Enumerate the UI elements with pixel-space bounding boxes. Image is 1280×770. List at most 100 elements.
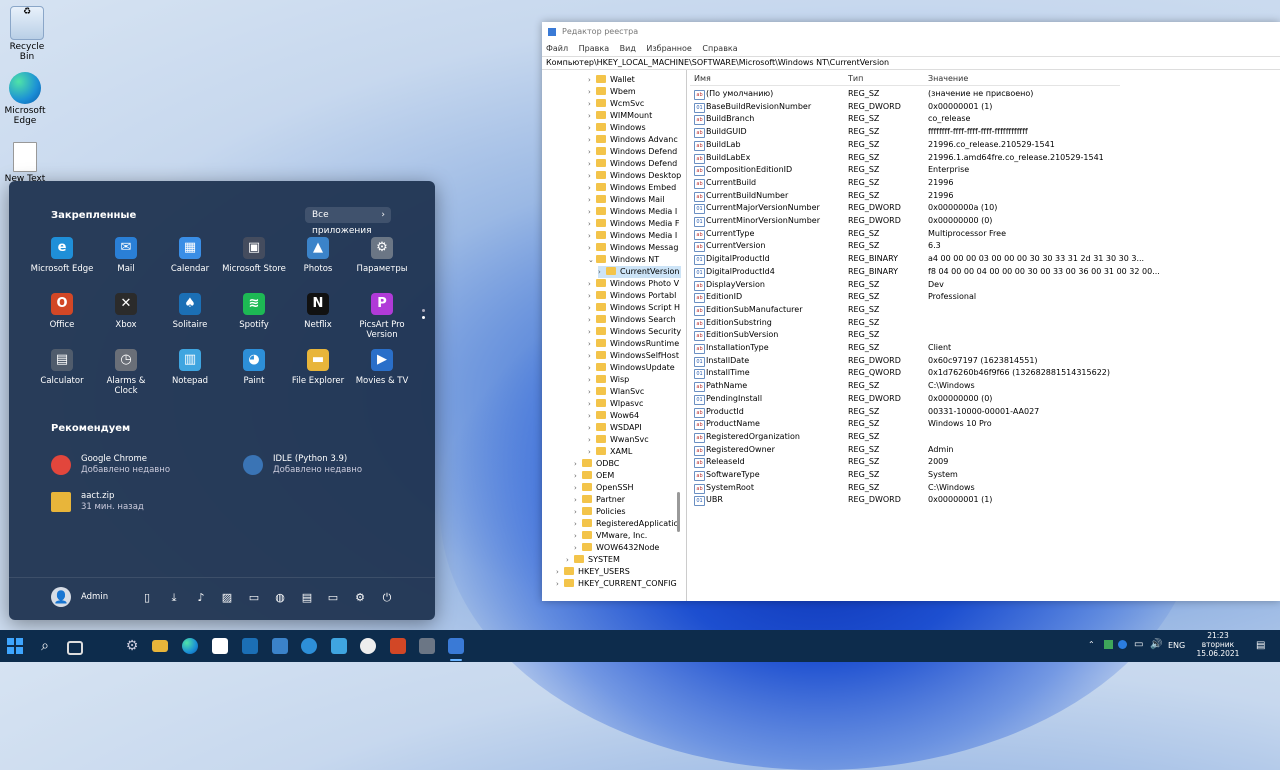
chevron-right-icon[interactable]: › — [588, 326, 596, 338]
notifications-icon[interactable]: ▤ — [1256, 640, 1265, 651]
calculator-taskbar-icon[interactable] — [419, 638, 435, 654]
tree-node[interactable]: › SYSTEM — [566, 554, 620, 566]
security-icon[interactable] — [1104, 640, 1113, 649]
pinned-app-tile[interactable]: e Microsoft Edge — [30, 237, 94, 274]
menu-help[interactable]: Справка — [702, 44, 737, 53]
edge-taskbar-icon[interactable] — [182, 638, 198, 654]
value-row[interactable]: ab RegisteredOrganization REG_SZ — [690, 431, 1280, 444]
recommended-item[interactable]: aact.zip 31 мин. назад — [51, 491, 221, 517]
tree-node[interactable]: › Windows Mail — [588, 194, 665, 206]
value-row[interactable]: ab CurrentVersion REG_SZ 6.3 — [690, 240, 1280, 253]
tree-node[interactable]: › Wbem — [588, 86, 636, 98]
value-row[interactable]: 01 UBR REG_DWORD 0x00000001 (1) — [690, 494, 1280, 507]
value-row[interactable]: ab EditionSubVersion REG_SZ — [690, 329, 1280, 342]
tree-node[interactable]: › HKEY_USERS — [556, 566, 630, 578]
tree-node[interactable]: › WindowsSelfHost — [588, 350, 679, 362]
tree-node[interactable]: › VMware, Inc. — [574, 530, 647, 542]
tree-node[interactable]: › WSDAPI — [588, 422, 642, 434]
settings-taskbar-icon[interactable]: ⚙ — [124, 638, 140, 654]
value-row[interactable]: 01 BaseBuildRevisionNumber REG_DWORD 0x0000… — [690, 101, 1280, 114]
paint-taskbar-icon[interactable] — [301, 638, 317, 654]
tree-node[interactable]: › Windows Desktop — [588, 170, 681, 182]
value-row[interactable]: ab InstallationType REG_SZ Client — [690, 342, 1280, 355]
tree-node[interactable]: › WcmSvc — [588, 98, 644, 110]
tree-node[interactable]: › WlanSvc — [588, 386, 644, 398]
start-button[interactable] — [7, 638, 23, 654]
value-row[interactable]: ab (По умолчанию) REG_SZ (значение не присв… — [690, 88, 1280, 101]
network-icon[interactable]: ◍ — [274, 592, 286, 604]
tree-node[interactable]: › Windows Defend — [588, 158, 677, 170]
pinned-app-tile[interactable]: N Netflix — [286, 293, 350, 330]
chevron-right-icon[interactable]: › — [574, 494, 582, 506]
chevron-right-icon[interactable]: › — [588, 350, 596, 362]
chevron-up-icon[interactable]: ⌃ — [1088, 640, 1095, 649]
chevron-right-icon[interactable]: › — [588, 434, 596, 446]
desktop-icon-recycle-bin[interactable]: ♻ Recycle Bin — [2, 6, 52, 62]
menu-edit[interactable]: Правка — [579, 44, 609, 53]
value-row[interactable]: 01 InstallTime REG_QWORD 0x1d76260b46f9f66 … — [690, 367, 1280, 380]
tree-node[interactable]: › Policies — [574, 506, 626, 518]
all-apps-button[interactable]: Все приложения › — [305, 207, 391, 236]
tree-node[interactable]: › Windows Script H — [588, 302, 680, 314]
chevron-right-icon[interactable]: › — [588, 422, 596, 434]
value-row[interactable]: ab ProductId REG_SZ 00331-10000-00001-AA027 — [690, 406, 1280, 419]
solitaire-taskbar-icon[interactable] — [242, 638, 258, 654]
pinned-app-tile[interactable]: ✕ Xbox — [94, 293, 158, 330]
chevron-right-icon[interactable]: › — [588, 302, 596, 314]
chevron-right-icon[interactable]: › — [588, 158, 596, 170]
pinned-app-tile[interactable]: ▶ Movies & TV — [350, 349, 414, 386]
tree-node[interactable]: › Windows Messag — [588, 242, 678, 254]
value-row[interactable]: ab CompositionEditionID REG_SZ Enterprise — [690, 164, 1280, 177]
pinned-app-tile[interactable]: P PicsArt Pro Version — [350, 293, 414, 340]
value-row[interactable]: ab EditionSubManufacturer REG_SZ — [690, 304, 1280, 317]
network-tray-icon[interactable]: ▭ — [1134, 639, 1143, 650]
chevron-right-icon[interactable]: › — [588, 146, 596, 158]
tree-node[interactable]: › RegisteredApplicatic — [574, 518, 678, 530]
value-row[interactable]: ab DisplayVersion REG_SZ Dev — [690, 279, 1280, 292]
pictures-icon[interactable]: ▨ — [221, 592, 233, 604]
pinned-app-tile[interactable]: O Office — [30, 293, 94, 330]
chevron-right-icon[interactable]: › — [566, 554, 574, 566]
tree-node[interactable]: › Windows Media I — [588, 230, 677, 242]
tree-node[interactable]: › ODBC — [574, 458, 619, 470]
value-row[interactable]: ab BuildLab REG_SZ 21996.co_release.210529-… — [690, 139, 1280, 152]
value-row[interactable]: ab BuildGUID REG_SZ ffffffff-ffff-ffff-ffff… — [690, 126, 1280, 139]
chevron-right-icon[interactable]: › — [588, 398, 596, 410]
page-dots[interactable] — [422, 309, 426, 319]
tree-node[interactable]: › Wisp — [588, 374, 629, 386]
music-icon[interactable]: ♪ — [195, 592, 207, 604]
chevron-right-icon[interactable]: › — [588, 122, 596, 134]
chevron-right-icon[interactable]: › — [588, 338, 596, 350]
chevron-right-icon[interactable]: › — [574, 518, 582, 530]
search-icon[interactable]: ⌕ — [37, 638, 53, 654]
regedit-taskbar-icon[interactable] — [448, 638, 464, 654]
chevron-right-icon[interactable]: › — [598, 266, 606, 278]
file-explorer-icon[interactable]: ▭ — [327, 592, 339, 604]
chevron-right-icon[interactable]: › — [588, 386, 596, 398]
value-row[interactable]: ab CurrentType REG_SZ Multiprocessor Free — [690, 228, 1280, 241]
tree-node[interactable]: › Wow64 — [588, 410, 639, 422]
value-row[interactable]: 01 DigitalProductId4 REG_BINARY f8 04 00 00… — [690, 266, 1280, 279]
menu-view[interactable]: Вид — [620, 44, 636, 53]
pinned-app-tile[interactable]: ◕ Paint — [222, 349, 286, 386]
tree-node[interactable]: › WOW6432Node — [574, 542, 659, 554]
store-taskbar-icon[interactable] — [212, 638, 228, 654]
tree-node[interactable]: › Partner — [574, 494, 625, 506]
tree-node[interactable]: › Wallet — [588, 74, 635, 86]
chevron-right-icon[interactable]: › — [574, 530, 582, 542]
tree-node[interactable]: › Windows Search — [588, 314, 676, 326]
notepad-taskbar-icon[interactable] — [331, 638, 347, 654]
chevron-down-icon[interactable]: ⌄ — [588, 254, 596, 266]
value-row[interactable]: ab ReleaseId REG_SZ 2009 — [690, 456, 1280, 469]
tree-node[interactable]: › Windows Media I — [588, 206, 677, 218]
pinned-app-tile[interactable]: ▬ File Explorer — [286, 349, 350, 386]
chevron-right-icon[interactable]: › — [588, 86, 596, 98]
chevron-right-icon[interactable]: › — [588, 410, 596, 422]
chevron-right-icon[interactable]: › — [588, 206, 596, 218]
photos-taskbar-icon[interactable] — [272, 638, 288, 654]
value-row[interactable]: ab RegisteredOwner REG_SZ Admin — [690, 444, 1280, 457]
tree-node[interactable]: › WindowsUpdate — [588, 362, 675, 374]
documents-icon[interactable]: ▯ — [141, 592, 153, 604]
chevron-right-icon[interactable]: › — [574, 458, 582, 470]
tree-node[interactable]: › Windows Security — [588, 326, 681, 338]
